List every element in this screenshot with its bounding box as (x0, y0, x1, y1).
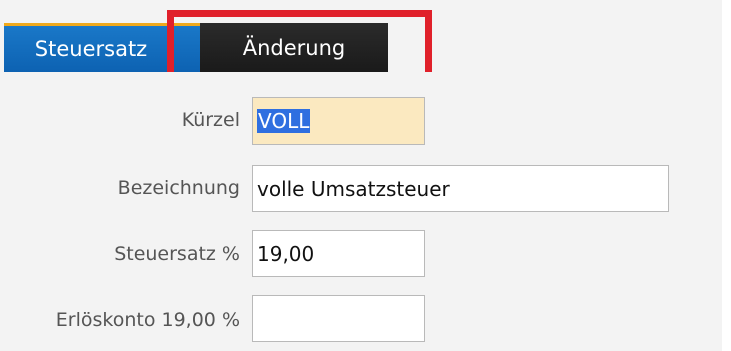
kuerzel-field[interactable]: VOLL (252, 97, 425, 145)
steuersatz-percent-value: 19,00 (257, 241, 315, 266)
kuerzel-value: VOLL (257, 109, 311, 133)
tab-steuersatz-label: Steuersatz (34, 37, 148, 61)
steuersatz-percent-field[interactable]: 19,00 (252, 230, 425, 277)
bezeichnung-value: volle Umsatzsteuer (257, 176, 450, 201)
tax-rate-form-window: Steuersatz Änderung Kürzel VOLL Bezeichn… (0, 0, 731, 351)
top-strip (0, 0, 731, 22)
steuersatz-percent-label: Steuersatz % (114, 243, 240, 265)
tab-steuersatz[interactable]: Steuersatz (4, 23, 200, 72)
erloeskonto-label: Erlöskonto 19,00 % (55, 309, 240, 331)
kuerzel-label: Kürzel (181, 109, 240, 131)
right-edge (722, 0, 731, 351)
erloeskonto-field[interactable] (252, 295, 425, 342)
tab-aenderung-label: Änderung (242, 35, 346, 60)
form-area: Kürzel VOLL Bezeichnung volle Umsatzsteu… (0, 72, 731, 351)
tab-aenderung[interactable]: Änderung (200, 23, 388, 72)
bezeichnung-label: Bezeichnung (117, 177, 240, 199)
bezeichnung-field[interactable]: volle Umsatzsteuer (252, 165, 669, 212)
